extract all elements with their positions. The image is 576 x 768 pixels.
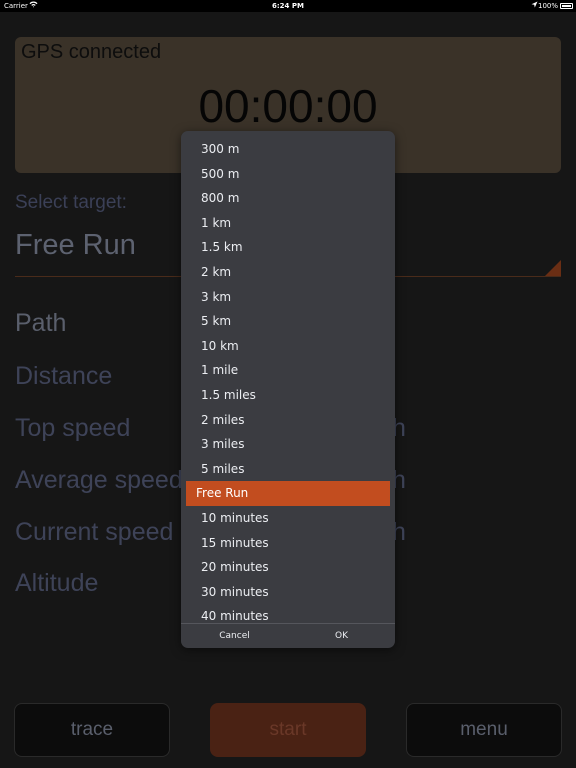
battery-icon (560, 3, 573, 9)
picker-option[interactable]: 10 km (186, 334, 390, 359)
picker-option[interactable]: 2 miles (186, 408, 390, 433)
picker-option[interactable]: 1 km (186, 211, 390, 236)
target-selector[interactable]: Free Run (15, 229, 136, 262)
picker-option[interactable]: 500 m (186, 162, 390, 187)
cancel-button[interactable]: Cancel (181, 624, 288, 648)
stat-current-speed: Current speed (15, 518, 174, 546)
picker-option[interactable]: 5 miles (186, 457, 390, 482)
picker-option[interactable]: 1.5 miles (186, 383, 390, 408)
stat-altitude: Altitude (15, 569, 99, 597)
picker-option[interactable]: 30 minutes (186, 580, 390, 605)
picker-option[interactable]: 40 minutes (186, 604, 390, 621)
picker-option[interactable]: 20 minutes (186, 555, 390, 580)
elapsed-timer: 00:00:00 (198, 80, 378, 132)
picker-option[interactable]: 5 km (186, 309, 390, 334)
stat-average-speed: Average speed (15, 466, 183, 494)
location-arrow-icon (531, 1, 538, 10)
picker-list[interactable]: 300 m 500 m 800 m1 km 1.5 km 2 km 3 km 5 km 10 … (181, 137, 395, 621)
picker-option[interactable]: 2 km (186, 260, 390, 285)
picker-option[interactable]: Free Run (186, 481, 390, 506)
battery-percent: 100% (537, 2, 558, 10)
dropdown-corner-icon[interactable] (545, 260, 561, 276)
ok-button[interactable]: OK (288, 624, 395, 648)
status-time: 6:24 PM (272, 2, 304, 10)
picker-option[interactable]: 15 minutes (186, 531, 390, 556)
select-target-label: Select target: (15, 192, 127, 213)
gps-status: GPS connected (21, 41, 162, 63)
picker-option[interactable]: 10 minutes (186, 506, 390, 531)
target-picker: 300 m 500 m 800 m1 km 1.5 km 2 km 3 km 5 km 10 … (181, 131, 395, 648)
picker-option[interactable]: 1 mile (186, 358, 390, 383)
menu-button[interactable]: menu (406, 703, 562, 757)
picker-option[interactable]: 300 m (186, 137, 390, 162)
stat-distance: Distance (15, 362, 113, 390)
trace-button[interactable]: trace (14, 703, 170, 757)
picker-option[interactable]: 1.5 km (186, 235, 390, 260)
picker-option[interactable]: 3 miles (186, 432, 390, 457)
start-button[interactable]: start (210, 703, 366, 757)
picker-option[interactable]: 800 m (186, 186, 390, 211)
stat-path[interactable]: Path (15, 309, 66, 338)
picker-option[interactable]: 3 km (186, 285, 390, 310)
stat-top-speed: Top speed (15, 414, 131, 442)
status-bar: Carrier 6:24 PM 100% (0, 0, 576, 12)
